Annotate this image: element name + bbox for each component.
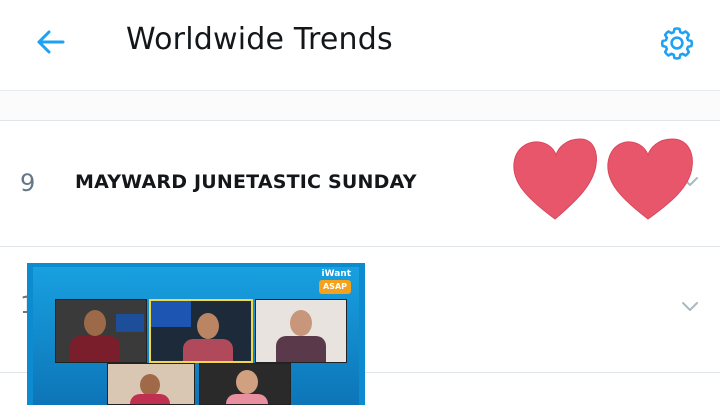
settings-button[interactable] [656,22,698,64]
hearts-sticker [513,138,693,220]
video-tile [149,299,253,363]
video-frame: iWant ASAP [33,267,359,405]
trend-rank: 9 [20,169,36,197]
section-spacer [0,91,720,120]
trend-name: MAYWARD JUNETASTIC SUNDAY [75,171,417,193]
top-bar: Worldwide Trends [0,0,720,88]
chevron-down-icon [682,302,698,311]
video-logo: ASAP [319,280,351,294]
heart-icon [607,138,693,220]
video-tile [255,299,347,363]
heart-icon [513,138,597,220]
trend-options-button[interactable] [676,297,704,317]
video-thumbnail: iWant ASAP [27,263,365,405]
video-tile [55,299,147,363]
video-brand: iWant [321,269,351,279]
video-tile [199,363,291,405]
arrow-left-icon [37,30,65,54]
page-title: Worldwide Trends [126,22,393,57]
video-tile [107,363,195,405]
gear-icon [660,27,694,60]
back-button[interactable] [30,24,70,60]
